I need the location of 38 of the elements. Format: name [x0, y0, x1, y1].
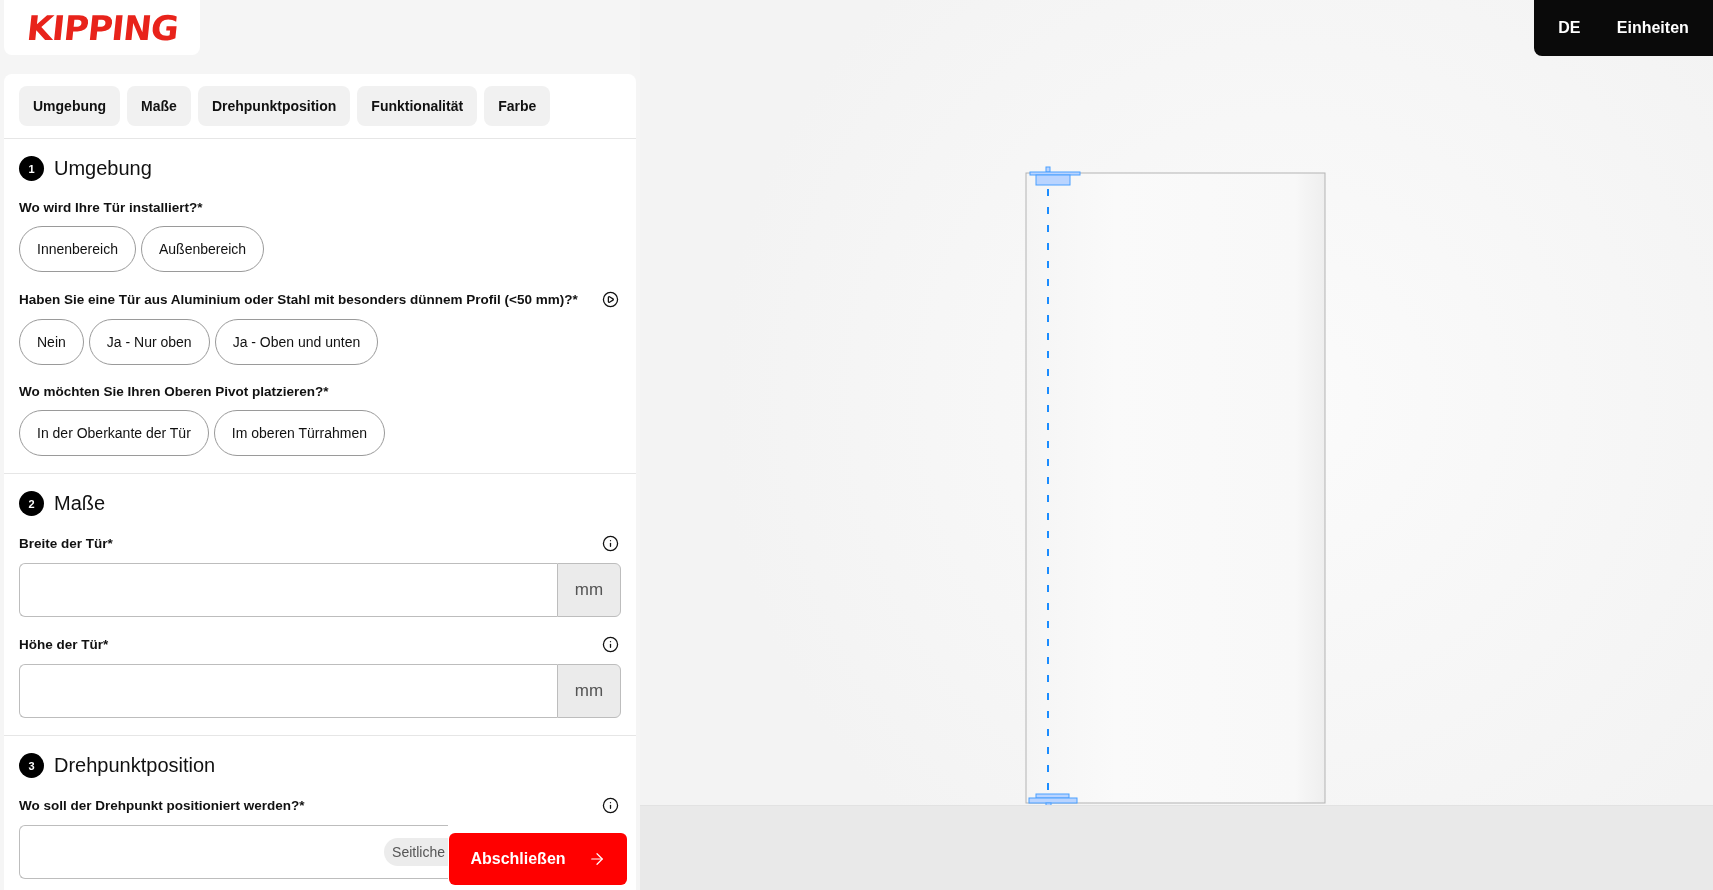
info-icon[interactable]: [602, 636, 619, 653]
option-button[interactable]: Ja - Oben und unten: [214, 319, 379, 365]
option-button[interactable]: In der Oberkante der Tür: [19, 410, 209, 456]
info-icon[interactable]: [602, 535, 619, 552]
option-button[interactable]: Außenbereich: [140, 226, 265, 272]
measure-field[interactable]: [19, 664, 557, 718]
play-icon[interactable]: [602, 291, 619, 308]
section-tab[interactable]: Funktionalität: [357, 86, 478, 126]
question-label: Breite der Tür*: [19, 536, 113, 551]
finish-button[interactable]: Abschließen: [449, 833, 627, 885]
position-field[interactable]: Seitliche: [19, 825, 448, 879]
question-label: Wo möchten Sie Ihren Oberen Pivot platzieren?*: [19, 384, 329, 399]
option-button[interactable]: Im oberen Türrahmen: [213, 410, 385, 456]
unit-label: mm: [557, 664, 621, 718]
section-title: Umgebung: [54, 157, 152, 180]
section-tab[interactable]: Farbe: [484, 86, 551, 126]
section-tab[interactable]: Umgebung: [19, 86, 121, 126]
option-chip: Seitliche: [384, 838, 448, 866]
logo[interactable]: KIPPING: [24, 7, 180, 48]
question-label: Wo soll der Drehpunkt positioniert werden?*: [19, 798, 305, 813]
section-tab[interactable]: Drehpunktposition: [197, 86, 351, 126]
step-number: 3: [19, 753, 44, 778]
section-title: Maße: [54, 492, 106, 515]
units-button[interactable]: Einheiten: [1610, 18, 1695, 38]
section-title: Drehpunktposition: [54, 754, 216, 777]
option-button[interactable]: Ja - Nur oben: [88, 319, 210, 365]
question-label: Wo wird Ihre Tür installiert?*: [19, 200, 203, 215]
section-tab[interactable]: Maße: [127, 86, 191, 126]
step-number: 1: [19, 156, 44, 181]
unit-label: mm: [557, 563, 621, 617]
question-label: Haben Sie eine Tür aus Aluminium oder Stahl mit besonders dünnem Profil (<50 mm)?*: [19, 292, 578, 307]
option-button[interactable]: Nein: [19, 319, 84, 365]
measure-field[interactable]: [19, 563, 557, 617]
language-button[interactable]: DE: [1552, 18, 1587, 38]
step-number: 2: [19, 491, 44, 516]
question-label: Höhe der Tür*: [19, 637, 109, 652]
option-button[interactable]: Innenbereich: [19, 226, 136, 272]
info-icon[interactable]: [602, 797, 619, 814]
